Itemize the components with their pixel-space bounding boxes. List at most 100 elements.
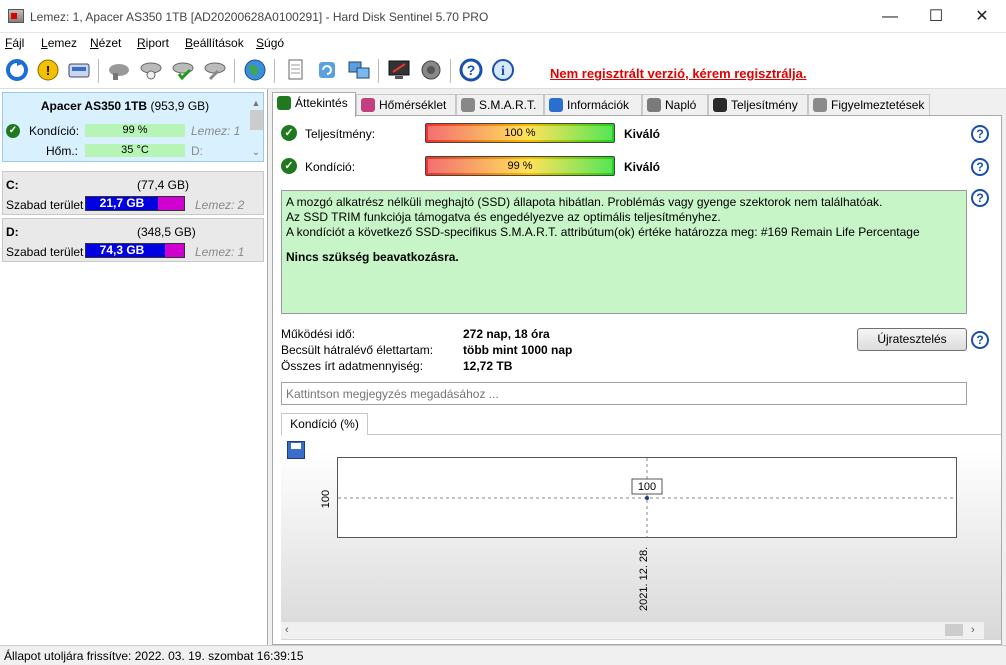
- help-icon[interactable]: ?: [971, 189, 989, 207]
- drive-letter-ghost: D:: [191, 144, 203, 158]
- disk-test-icon[interactable]: [138, 57, 164, 83]
- data-label: 100: [638, 481, 656, 493]
- disk-gray-icon[interactable]: [106, 57, 132, 83]
- health-label: Kondíció:: [305, 160, 356, 174]
- menu-file[interactable]: Fájl: [5, 36, 24, 50]
- title-bar: Lemez: 1, Apacer AS350 1TB [AD20200628A0…: [0, 0, 1006, 33]
- partition-disk-ghost: Lemez: 1: [195, 245, 245, 259]
- warning-icon[interactable]: !: [35, 57, 61, 83]
- comment-input[interactable]: [281, 382, 967, 405]
- tab-overview[interactable]: Áttekintés: [272, 92, 356, 117]
- overview-content: ✓ Teljesítmény: 100 % Kiváló ? ✓ Kondíci…: [272, 115, 1002, 645]
- status-description: A mozgó alkatrész nélküli meghajtó (SSD)…: [281, 190, 967, 314]
- condition-label: Kondíció:: [29, 124, 80, 138]
- menu-report[interactable]: Riport: [137, 36, 169, 50]
- help-icon[interactable]: ?: [971, 158, 989, 176]
- svg-text:?: ?: [467, 62, 476, 78]
- partition-letter: C:: [6, 178, 19, 192]
- speaker-icon[interactable]: [418, 57, 444, 83]
- written-value: 12,72 TB: [463, 359, 513, 373]
- check-icon: ✓: [281, 158, 297, 174]
- close-button[interactable]: ✕: [959, 0, 1005, 33]
- menu-help[interactable]: Súgó: [256, 36, 284, 50]
- thermometer-icon: [361, 98, 375, 112]
- svg-text:i: i: [501, 64, 505, 79]
- check-icon: ✓: [6, 124, 20, 138]
- scroll-right-icon[interactable]: ›: [971, 624, 975, 636]
- health-bar: 99 %: [425, 156, 615, 176]
- menu-view[interactable]: Nézet: [90, 36, 121, 50]
- partition-c[interactable]: C: (77,4 GB) Szabad terület 21,7 GB Leme…: [2, 171, 264, 215]
- tab-alerts[interactable]: Figyelmeztetések: [808, 94, 930, 116]
- retest-button[interactable]: Újratesztelés: [857, 328, 967, 351]
- y-axis-tick-label: 100: [319, 487, 333, 511]
- disk-card[interactable]: Apacer AS350 1TB (953,9 GB) ✓ Kondíció: …: [2, 92, 264, 162]
- details-panel: Áttekintés Hőmérséklet S.M.A.R.T. Inform…: [272, 89, 1002, 645]
- sync-icon[interactable]: [314, 57, 340, 83]
- temperature-bar: 35 °C: [85, 144, 185, 157]
- partition-disk-ghost: Lemez: 2: [195, 198, 245, 212]
- free-space-label: Szabad terület: [6, 198, 84, 212]
- info-icon[interactable]: i: [490, 57, 516, 83]
- tab-performance[interactable]: Teljesítmény: [708, 94, 808, 116]
- performance-rating: Kiváló: [624, 127, 661, 141]
- monitor-icon[interactable]: [386, 57, 412, 83]
- condition-graph: 100 100 2021. 12. 28. ‹ ›: [281, 434, 1001, 640]
- scroll-down-icon[interactable]: ⌄: [251, 147, 261, 158]
- health-rating: Kiváló: [624, 160, 661, 174]
- written-label: Összes írt adatmennyiség:: [281, 359, 424, 373]
- scroll-up-icon[interactable]: ▲: [251, 98, 261, 108]
- scroll-left-icon[interactable]: ‹: [285, 624, 289, 636]
- svg-text:2021. 12. 28.: 2021. 12. 28.: [638, 547, 650, 611]
- disk-size: (953,9 GB): [150, 99, 210, 113]
- disk-check-icon[interactable]: [170, 57, 196, 83]
- status-bar: Állapot utoljára frissítve: 2022. 03. 19…: [0, 645, 1006, 665]
- register-link[interactable]: Nem regisztrált verzió, kérem regisztrál…: [550, 66, 807, 81]
- last-update-status: Állapot utoljára frissítve: 2022. 03. 19…: [4, 649, 304, 663]
- app-icon: [8, 9, 24, 23]
- toolbar-separator: [274, 59, 275, 83]
- check-icon: [277, 96, 291, 110]
- alerts-icon: [813, 98, 827, 112]
- plot-svg: 100: [338, 458, 956, 537]
- menu-disk[interactable]: Lemez: [41, 36, 77, 50]
- performance-bar: 100 %: [425, 123, 615, 143]
- graph-tab-condition[interactable]: Kondíció (%): [281, 413, 368, 435]
- partition-size: (77,4 GB): [137, 178, 190, 192]
- tab-temperature[interactable]: Hőmérséklet: [356, 94, 456, 116]
- refresh-icon[interactable]: [4, 57, 30, 83]
- data-point: [645, 496, 649, 500]
- partition-size: (348,5 GB): [137, 225, 196, 239]
- lifetime-label: Becsült hátralévő élettartam:: [281, 343, 434, 357]
- help-icon[interactable]: ?: [971, 331, 989, 349]
- info-icon: [549, 98, 563, 112]
- menu-settings[interactable]: Beállítások: [185, 36, 244, 50]
- condition-bar: 99 %: [85, 124, 185, 137]
- scroll-thumb[interactable]: [945, 624, 963, 636]
- svg-text:100: 100: [320, 490, 332, 508]
- tab-log[interactable]: Napló: [642, 94, 708, 116]
- tab-smart[interactable]: S.M.A.R.T.: [456, 94, 544, 116]
- uptime-value: 272 nap, 18 óra: [463, 327, 550, 341]
- disk-scrollbar[interactable]: ▲ ⌄: [249, 96, 264, 161]
- minimize-button[interactable]: —: [867, 0, 913, 33]
- partition-d[interactable]: D: (348,5 GB) Szabad terület 74,3 GB Lem…: [2, 218, 264, 262]
- temperature-label: Hőm.:: [46, 144, 79, 158]
- uptime-label: Működési idő:: [281, 327, 356, 341]
- disk-icon[interactable]: [66, 57, 92, 83]
- help-icon[interactable]: ?: [971, 125, 989, 143]
- toolbar: ! ? i Nem regisztrált verzió, kérem regi…: [0, 53, 1006, 89]
- save-icon[interactable]: [287, 441, 305, 459]
- tab-information[interactable]: Információk: [544, 94, 642, 116]
- disk-repair-icon[interactable]: [202, 57, 228, 83]
- scroll-thumb[interactable]: [250, 110, 263, 130]
- help-icon[interactable]: ?: [458, 57, 484, 83]
- globe-icon[interactable]: [242, 57, 268, 83]
- graph-horizontal-scrollbar[interactable]: ‹ ›: [281, 621, 984, 639]
- toolbar-separator: [450, 59, 451, 83]
- report-icon[interactable]: [282, 57, 308, 83]
- free-space-bar: 74,3 GB: [85, 243, 185, 258]
- disk-title: Apacer AS350 1TB (953,9 GB): [3, 99, 247, 113]
- maximize-button[interactable]: ☐: [913, 0, 959, 33]
- network-icon[interactable]: [346, 57, 372, 83]
